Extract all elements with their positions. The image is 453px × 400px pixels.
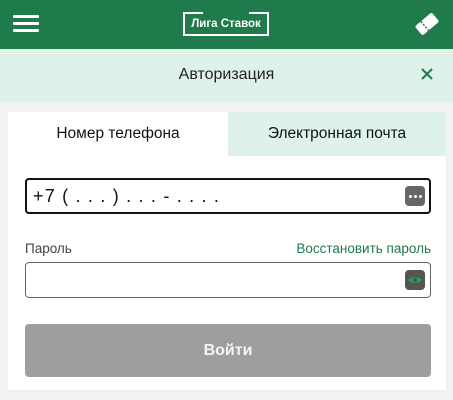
tab-phone[interactable]: Номер телефона xyxy=(8,112,228,156)
more-dots-icon[interactable] xyxy=(405,186,425,206)
brand-logo[interactable]: Лига Ставок xyxy=(183,11,269,36)
phone-value: +7 ( . . . ) . . . - . . . . xyxy=(33,186,221,206)
page-title: Авторизация xyxy=(178,66,275,83)
hamburger-menu-icon[interactable] xyxy=(13,13,39,35)
login-button[interactable]: Войти xyxy=(25,324,431,377)
logo-text: Лига Ставок xyxy=(191,18,261,30)
show-password-eye-icon[interactable] xyxy=(405,270,425,290)
auth-title-bar: Авторизация xyxy=(0,49,453,102)
close-icon[interactable] xyxy=(420,67,434,81)
password-input[interactable] xyxy=(25,262,431,298)
password-label: Пароль xyxy=(25,241,72,256)
tab-email[interactable]: Электронная почта xyxy=(228,112,446,156)
restore-password-link[interactable]: Восстановить пароль xyxy=(296,241,431,256)
bet-ticket-icon[interactable] xyxy=(413,11,441,37)
login-form: Номер телефона Электронная почта +7 ( . … xyxy=(8,112,446,390)
phone-input[interactable]: +7 ( . . . ) . . . - . . . . xyxy=(25,178,431,214)
top-header: Лига Ставок xyxy=(0,0,453,49)
